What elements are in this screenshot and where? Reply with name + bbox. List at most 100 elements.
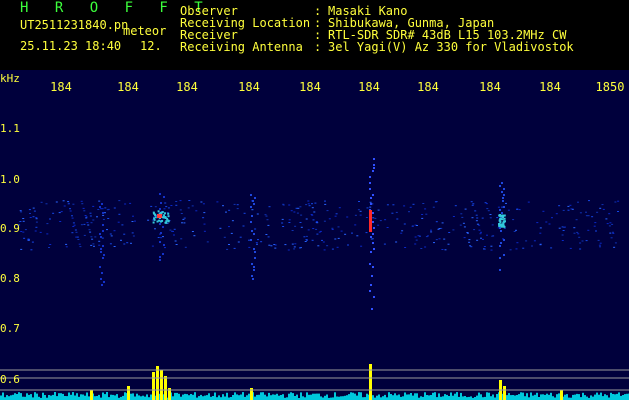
x-tick-label: 184: [176, 80, 198, 94]
trace-noise: [532, 395, 534, 400]
noise-speck: [573, 227, 576, 229]
trace-noise: [416, 393, 418, 400]
trace-noise: [282, 394, 284, 400]
noise-speck: [424, 246, 427, 248]
trace-noise: [74, 395, 76, 400]
noise-speck: [203, 230, 206, 232]
trace-noise: [272, 394, 274, 400]
noise-speck: [608, 225, 611, 227]
echo-streak: [500, 230, 502, 232]
trace-noise: [226, 392, 228, 400]
noise-speck: [59, 221, 62, 222]
noise-speck: [448, 232, 451, 233]
echo-streak: [371, 308, 373, 310]
noise-speck: [257, 239, 259, 241]
trace-noise: [138, 395, 140, 400]
noise-speck: [489, 217, 492, 219]
trace-spike: [156, 366, 159, 400]
noise-speck: [516, 208, 519, 210]
noise-speck: [542, 210, 545, 212]
meteor-echo: [164, 212, 166, 215]
trace-noise: [2, 392, 4, 400]
trace-noise: [530, 392, 532, 400]
trace-noise: [144, 396, 146, 400]
noise-speck: [614, 201, 617, 203]
noise-speck: [483, 246, 486, 247]
echo-streak: [499, 209, 501, 211]
noise-speck: [82, 207, 85, 209]
trace-noise: [558, 393, 560, 400]
trace-noise: [442, 396, 444, 400]
trace-noise: [462, 396, 464, 400]
noise-speck: [340, 230, 343, 232]
trace-noise: [450, 392, 452, 400]
noise-speck: [222, 205, 224, 207]
trace-noise: [116, 394, 118, 400]
trace-noise: [306, 392, 308, 400]
echo-streak: [370, 236, 372, 238]
trace-noise: [556, 394, 558, 400]
noise-speck: [35, 226, 38, 228]
noise-speck: [454, 205, 457, 207]
trace-noise: [146, 394, 148, 400]
trace-noise: [76, 393, 78, 400]
noise-speck: [337, 237, 340, 239]
noise-speck: [304, 241, 307, 242]
noise-speck: [518, 209, 521, 211]
echo-streak: [160, 202, 162, 204]
noise-speck: [472, 203, 475, 205]
trace-noise: [202, 396, 204, 400]
echo-streak: [101, 284, 103, 286]
noise-speck: [260, 241, 263, 243]
noise-speck: [22, 231, 25, 233]
noise-speck: [311, 203, 313, 205]
noise-speck: [359, 214, 362, 216]
noise-speck: [83, 210, 86, 212]
trace-noise: [592, 396, 594, 400]
noise-speck: [311, 214, 314, 216]
trace-noise: [398, 394, 400, 400]
trace-noise: [188, 395, 190, 400]
noise-speck: [462, 222, 465, 224]
trace-noise: [348, 394, 350, 400]
noise-speck: [598, 244, 601, 246]
noise-speck: [267, 236, 270, 238]
noise-speck: [120, 239, 122, 241]
noise-speck: [430, 231, 433, 233]
echo-streak: [499, 257, 501, 259]
noise-speck: [509, 249, 512, 251]
noise-speck: [522, 247, 525, 249]
antenna-value: 3el Yagi(V) Az 330 for Vladivostok: [328, 40, 574, 54]
noise-speck: [77, 239, 80, 240]
trace-noise: [396, 395, 398, 400]
echo-streak: [99, 206, 101, 208]
echo-streak: [159, 223, 161, 225]
trace-spike: [164, 376, 167, 400]
trace-noise: [20, 393, 22, 400]
noise-speck: [175, 244, 178, 245]
trace-noise: [18, 392, 20, 400]
noise-speck: [265, 234, 268, 235]
trace-noise: [132, 393, 134, 400]
trace-spike: [160, 370, 163, 400]
noise-speck: [243, 212, 246, 214]
noise-speck: [118, 213, 121, 215]
noise-speck: [20, 231, 23, 232]
meteor-echo-core: [157, 214, 162, 218]
noise-speck: [377, 224, 380, 226]
echo-streak: [251, 275, 253, 277]
echo-streak: [499, 269, 501, 271]
noise-speck: [45, 203, 48, 205]
noise-speck: [300, 226, 303, 228]
echo-streak: [253, 266, 255, 268]
noise-speck: [237, 241, 240, 243]
noise-speck: [132, 235, 135, 237]
noise-speck: [287, 249, 290, 251]
trace-noise: [470, 396, 472, 400]
echo-streak: [373, 164, 375, 166]
noise-speck: [274, 244, 277, 246]
noise-speck: [459, 224, 462, 226]
noise-speck: [110, 235, 113, 237]
noise-speck: [307, 203, 310, 205]
noise-speck: [312, 219, 315, 221]
